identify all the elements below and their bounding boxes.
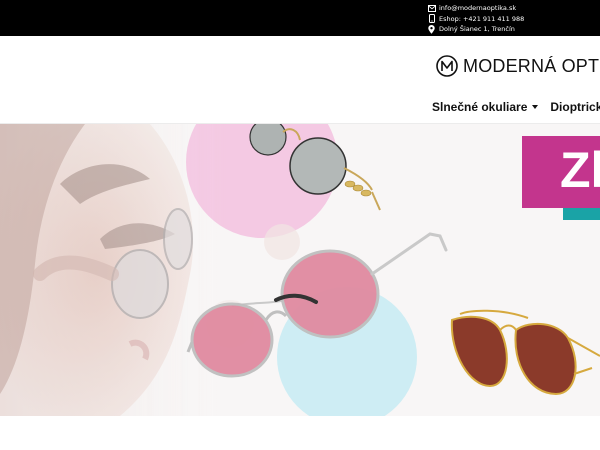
logo-text: MODERNÁ OPTIKA xyxy=(463,55,600,76)
phone-icon xyxy=(427,14,436,23)
contact-address[interactable]: Dolný Šianec 1, Trenčín xyxy=(427,24,524,34)
banner-illustration xyxy=(0,124,600,416)
site-header: MODERNÁ OPTIKA Slnečné okuliare Dioptric… xyxy=(0,36,600,124)
nav-item-label: Slnečné okuliare xyxy=(432,100,528,114)
page-bottom-area xyxy=(0,416,600,450)
nav-item-dioptricke[interactable]: Dioptrické o xyxy=(550,100,600,114)
contact-email[interactable]: info@modernaoptika.sk xyxy=(427,3,524,13)
model-photo xyxy=(0,124,230,416)
main-nav: Slnečné okuliare Dioptrické o xyxy=(432,100,600,114)
contact-address-text: Dolný Šianec 1, Trenčín xyxy=(439,25,515,33)
logo-mark-icon xyxy=(436,55,458,77)
promo-text: Zľ xyxy=(560,142,600,198)
promo-badge[interactable]: Zľ xyxy=(522,136,600,208)
nav-item-slnecne-okuliare[interactable]: Slnečné okuliare xyxy=(432,100,550,114)
contact-phone[interactable]: Eshop: +421 911 411 988 xyxy=(427,14,524,24)
hero-banner[interactable]: Zľ xyxy=(0,124,600,416)
nav-item-label: Dioptrické o xyxy=(550,100,600,114)
site-logo[interactable]: MODERNÁ OPTIKA xyxy=(436,55,600,77)
contact-email-text: info@modernaoptika.sk xyxy=(439,4,517,12)
caret-down-icon xyxy=(532,105,539,109)
top-contact-bar: info@modernaoptika.sk Eshop: +421 911 41… xyxy=(0,0,600,36)
contact-info: info@modernaoptika.sk Eshop: +421 911 41… xyxy=(427,3,524,35)
map-pin-icon xyxy=(427,24,436,34)
promo-accent-bar xyxy=(563,208,600,220)
envelope-icon xyxy=(427,4,436,13)
contact-phone-text: Eshop: +421 911 411 988 xyxy=(439,14,525,23)
